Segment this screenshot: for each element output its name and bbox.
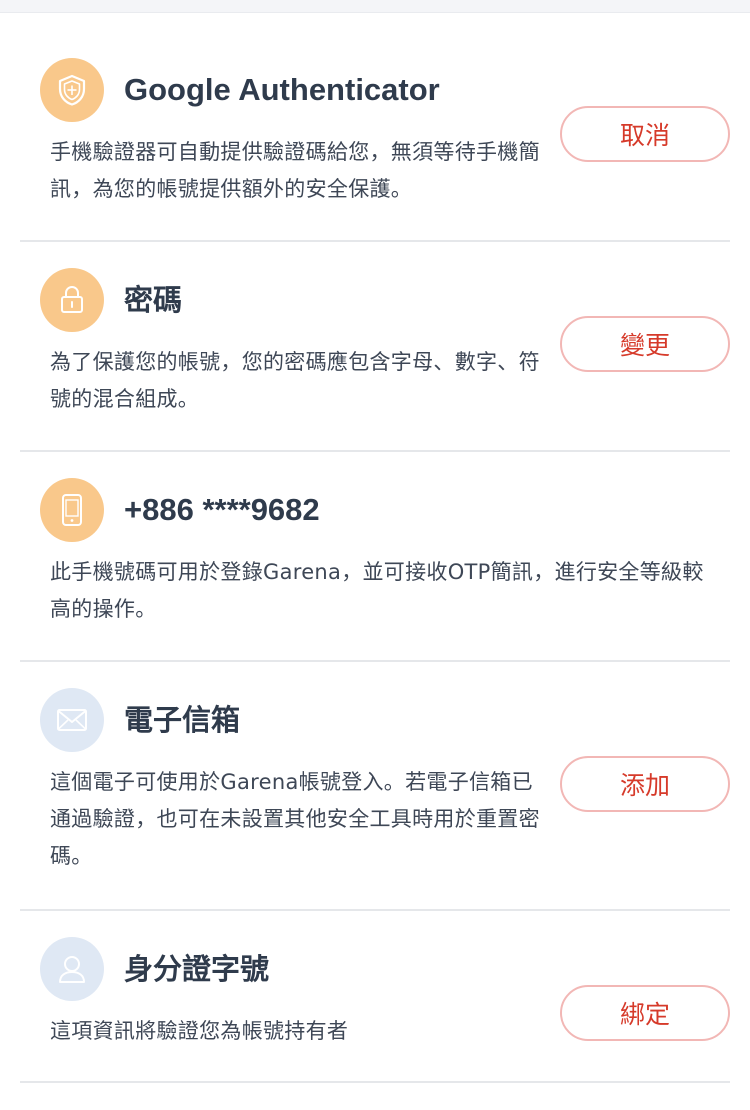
item-title: +886 ****9682 [124,492,320,527]
item-description: 這項資訊將驗證您為帳號持有者 [50,1019,349,1043]
security-item-id-number: 身分證字號 這項資訊將驗證您為帳號持有者 綁定 [0,911,750,1083]
add-email-button[interactable]: 添加 [560,756,730,812]
security-item-google-authenticator: Google Authenticator 手機驗證器可自動提供驗證碼給您，無須等… [0,12,750,242]
security-item-phone: +886 ****9682 此手機號碼可用於登錄Garena，並可接收OTP簡訊… [0,452,750,662]
item-title: 身分證字號 [124,952,270,986]
divider [20,1081,730,1083]
item-description: 這個電子可使用於Garena帳號登入。若電子信箱已通過驗證，也可在未設置其他安全… [50,770,540,868]
item-title: Google Authenticator [124,72,440,107]
shield-icon [40,58,104,122]
item-description: 手機驗證器可自動提供驗證碼給您，無須等待手機簡訊，為您的帳號提供額外的安全保護。 [50,140,540,201]
change-password-button[interactable]: 變更 [560,316,730,372]
item-title: 密碼 [124,283,183,317]
item-title: 電子信箱 [124,703,241,737]
item-description: 此手機號碼可用於登錄Garena，並可接收OTP簡訊，進行安全等級較高的操作。 [50,560,704,621]
mail-icon [40,688,104,752]
security-item-password: 密碼 為了保護您的帳號，您的密碼應包含字母、數字、符號的混合組成。 變更 [0,242,750,452]
bind-id-button[interactable]: 綁定 [560,985,730,1041]
phone-icon [40,478,104,542]
lock-icon [40,268,104,332]
cancel-button[interactable]: 取消 [560,106,730,162]
security-settings-list: Google Authenticator 手機驗證器可自動提供驗證碼給您，無須等… [0,12,750,1083]
item-description: 為了保護您的帳號，您的密碼應包含字母、數字、符號的混合組成。 [50,350,540,411]
user-icon [40,937,104,1001]
security-item-email: 電子信箱 這個電子可使用於Garena帳號登入。若電子信箱已通過驗證，也可在未設… [0,662,750,911]
